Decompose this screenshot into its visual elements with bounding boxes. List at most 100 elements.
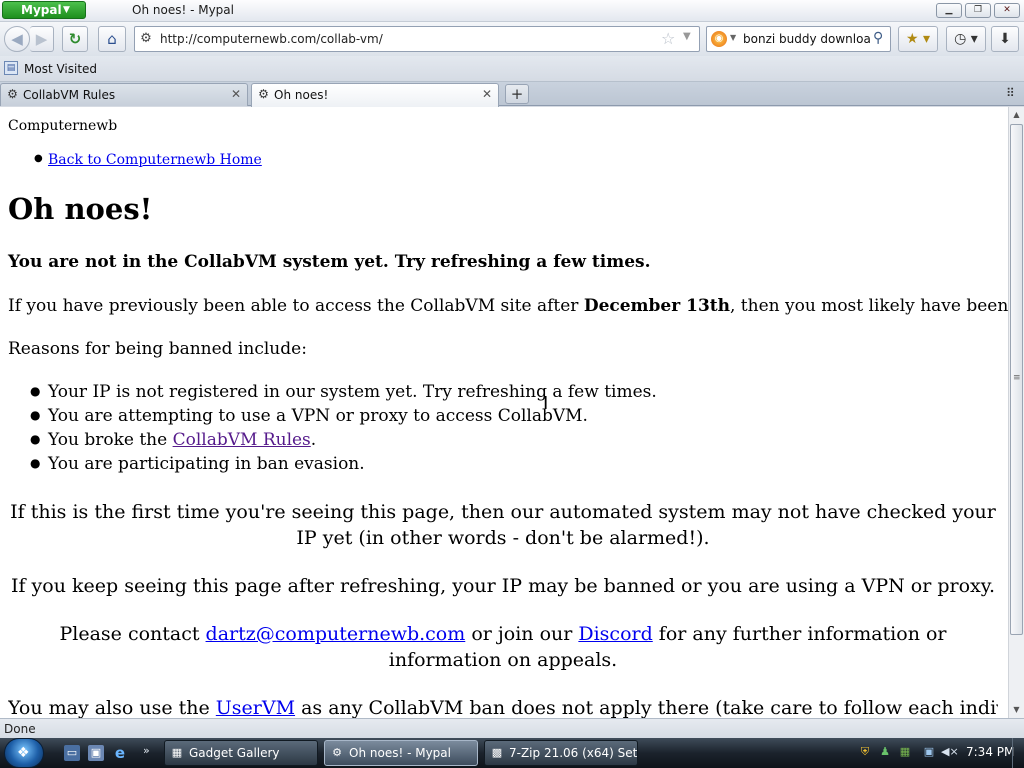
- plus-icon: +: [510, 85, 524, 103]
- close-tab-icon[interactable]: ✕: [231, 87, 241, 101]
- reload-icon: ↻: [68, 30, 82, 48]
- close-tab-icon[interactable]: ✕: [482, 87, 492, 101]
- site-favicon-icon: ⚙: [258, 87, 269, 101]
- show-desktop-button[interactable]: [1012, 738, 1024, 768]
- internet-explorer-icon[interactable]: e: [112, 745, 128, 761]
- navigation-toolbar: ◀ ▶ ↻ ⌂ ⚙ http://computernewb.com/collab…: [0, 22, 1024, 56]
- quick-launch-overflow-icon[interactable]: »: [143, 744, 150, 757]
- tab-collabvm-rules[interactable]: ⚙ CollabVM Rules ✕: [0, 83, 248, 106]
- search-bar[interactable]: ◉ ▼ ⚲: [706, 26, 891, 52]
- home-button[interactable]: ⌂: [98, 26, 126, 52]
- search-magnifier-icon[interactable]: ⚲: [873, 30, 883, 46]
- app-menu-button[interactable]: Mypal ▼: [2, 1, 86, 19]
- list-bullet: ●: [34, 153, 43, 164]
- tab-label: Oh noes!: [274, 88, 329, 102]
- url-text[interactable]: http://computernewb.com/collab-vm/: [160, 32, 383, 46]
- reload-button[interactable]: ↻: [62, 26, 88, 52]
- taskbar-item-gadget-gallery[interactable]: ▦ Gadget Gallery: [164, 740, 318, 766]
- page-heading: Oh noes!: [8, 192, 153, 226]
- network-icon[interactable]: ▣: [921, 744, 937, 760]
- bookmark-star-icon[interactable]: ☆: [661, 29, 675, 48]
- uservm-link[interactable]: UserVM: [216, 697, 295, 718]
- download-arrow-icon: ⬇: [999, 31, 1011, 47]
- forward-button[interactable]: ▶: [30, 26, 54, 52]
- task-label: 7-Zip 21.06 (x64) Set...: [509, 746, 638, 760]
- vertical-scrollbar[interactable]: ▲ ≡ ▼: [1008, 107, 1024, 718]
- gadget-icon: ▦: [171, 746, 183, 759]
- reason-text: You are participating in ban evasion.: [48, 454, 365, 474]
- scroll-up-arrow-icon[interactable]: ▲: [1009, 107, 1024, 123]
- keep-seeing-paragraph: If you keep seeing this page after refre…: [10, 575, 996, 597]
- folder-icon: ▤: [4, 61, 18, 75]
- tray-app-icon[interactable]: ▦: [897, 744, 913, 760]
- not-registered-notice: You are not in the CollabVM system yet. …: [8, 252, 651, 272]
- contact-paragraph: Please contact dartz@computernewb.com or…: [8, 621, 998, 673]
- reason-text: Your IP is not registered in our system …: [48, 382, 657, 402]
- user-icon[interactable]: ♟: [877, 744, 893, 760]
- email-link[interactable]: dartz@computernewb.com: [206, 623, 466, 645]
- uservm-paragraph: You may also use the UserVM as any Colla…: [8, 695, 998, 718]
- first-time-paragraph: If this is the first time you're seeing …: [10, 501, 996, 549]
- task-label: Oh noes! - Mypal: [349, 746, 451, 760]
- show-desktop-icon[interactable]: ▭: [64, 745, 80, 761]
- search-engine-icon[interactable]: ◉: [711, 31, 727, 47]
- forward-arrow-icon: ▶: [35, 30, 48, 48]
- maximize-button[interactable]: ❐: [965, 3, 991, 18]
- clock[interactable]: 7:34 PM: [966, 745, 1014, 759]
- reason-text-end: .: [310, 430, 317, 450]
- previous-access-text: If you have previously been able to acce…: [8, 296, 584, 316]
- windows-logo-icon: ❖: [17, 745, 30, 761]
- security-shield-icon[interactable]: ⛨: [857, 744, 873, 760]
- uservm-text-end: as any CollabVM ban does not apply there…: [295, 697, 998, 718]
- bookmarks-toolbar: ▤ Most Visited: [0, 56, 1024, 82]
- switch-windows-icon[interactable]: ▣: [88, 745, 104, 761]
- list-all-tabs-icon[interactable]: ⠿: [1006, 86, 1015, 100]
- list-item: ● You are participating in ban evasion.: [30, 454, 365, 474]
- list-item: ● You are attempting to use a VPN or prox…: [30, 406, 588, 426]
- chevron-down-icon[interactable]: ▼: [730, 33, 736, 42]
- window-title: Oh noes! - Mypal: [132, 3, 234, 17]
- downloads-button[interactable]: ⬇: [991, 26, 1019, 52]
- uservm-text: You may also use the: [8, 697, 216, 718]
- url-history-dropdown-icon[interactable]: ▼: [683, 31, 691, 42]
- collabvm-rules-link[interactable]: CollabVM Rules: [173, 430, 311, 450]
- app-menu-label: Mypal: [21, 3, 62, 17]
- taskbar-item-mypal[interactable]: ⚙ Oh noes! - Mypal: [324, 740, 478, 766]
- close-icon: ✕: [1003, 5, 1011, 15]
- scrollbar-thumb[interactable]: ≡: [1010, 124, 1023, 635]
- contact-text-middle: or join our: [465, 623, 579, 645]
- tab-oh-noes[interactable]: ⚙ Oh noes! ✕: [251, 83, 499, 107]
- list-item: ● You broke the CollabVM Rules.: [30, 430, 316, 450]
- taskbar-item-7zip[interactable]: ▩ 7-Zip 21.06 (x64) Set...: [484, 740, 638, 766]
- scroll-down-arrow-icon[interactable]: ▼: [1009, 702, 1024, 718]
- title-bar: Mypal ▼ Oh noes! - Mypal ▁ ❐ ✕: [0, 0, 1024, 22]
- start-button[interactable]: ❖: [4, 738, 44, 768]
- history-menu-button[interactable]: ◷ ▾: [946, 26, 986, 52]
- status-text: Done: [4, 722, 36, 736]
- list-item: ● Your IP is not registered in our system…: [30, 382, 657, 402]
- minimize-icon: ▁: [945, 5, 953, 15]
- bookmark-most-visited[interactable]: Most Visited: [24, 62, 97, 76]
- chevron-down-icon: ▼: [63, 5, 70, 15]
- previous-access-paragraph: If you have previously been able to acce…: [8, 296, 1008, 316]
- close-window-button[interactable]: ✕: [994, 3, 1020, 18]
- home-link[interactable]: Back to Computernewb Home: [48, 152, 262, 168]
- volume-muted-icon[interactable]: ◀×: [941, 744, 959, 760]
- status-bar: Done: [0, 718, 1024, 738]
- minimize-button[interactable]: ▁: [936, 3, 962, 18]
- address-bar[interactable]: ⚙ http://computernewb.com/collab-vm/ ☆ ▼: [134, 26, 700, 52]
- tab-label: CollabVM Rules: [23, 88, 116, 102]
- list-bullet: ●: [30, 384, 41, 398]
- list-bullet: ●: [30, 432, 41, 446]
- search-input[interactable]: [743, 32, 871, 46]
- contact-text: Please contact: [59, 623, 206, 645]
- reason-text: You are attempting to use a VPN or proxy…: [48, 406, 588, 426]
- discord-link[interactable]: Discord: [578, 623, 652, 645]
- site-favicon-icon: ⚙: [140, 31, 152, 46]
- new-tab-button[interactable]: +: [505, 84, 529, 104]
- reason-text: You broke the: [48, 430, 173, 450]
- bookmarks-menu-button[interactable]: ★ ▾: [898, 26, 938, 52]
- back-button[interactable]: ◀: [4, 26, 30, 52]
- task-label: Gadget Gallery: [189, 746, 280, 760]
- mypal-icon: ⚙: [332, 746, 342, 759]
